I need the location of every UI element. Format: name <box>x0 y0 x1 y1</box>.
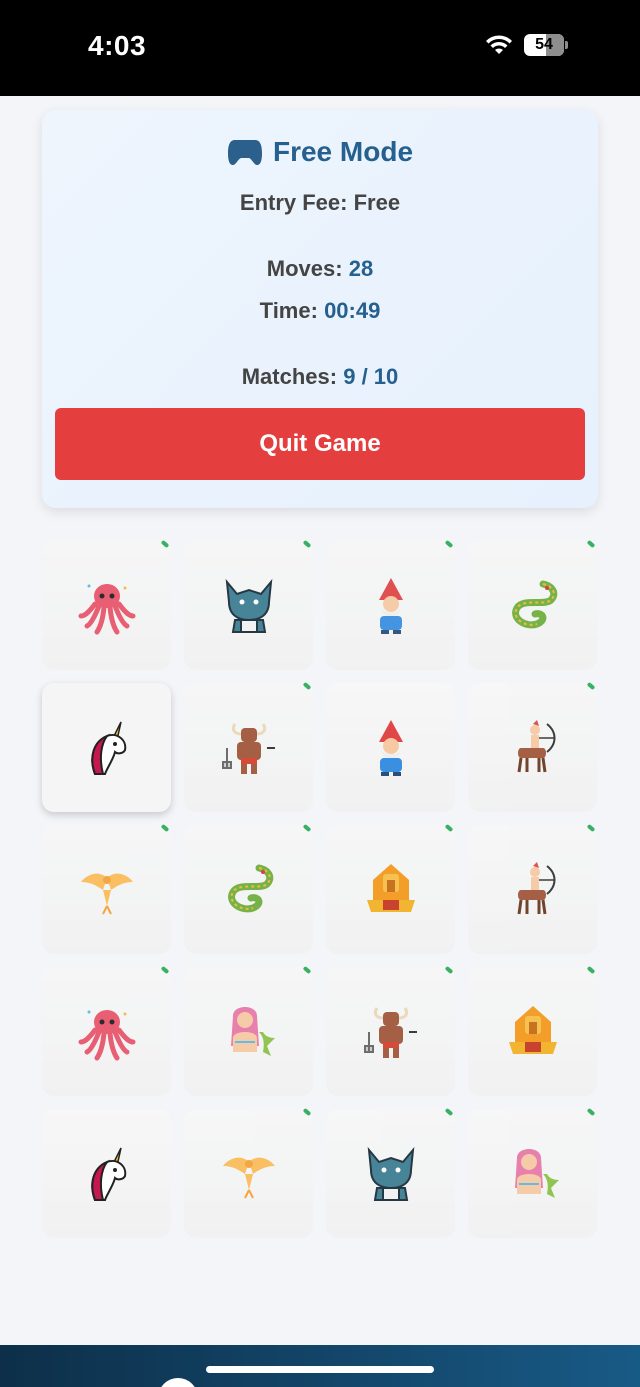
game-info-panel: Free Mode Entry Fee: Free Moves: 28 Time… <box>42 110 598 508</box>
matched-check-icon <box>299 967 313 981</box>
octopus-icon <box>77 1002 137 1062</box>
gnome-icon <box>361 576 421 636</box>
phoenix-icon <box>219 1144 279 1204</box>
matched-check-icon <box>299 683 313 697</box>
memory-card[interactable] <box>468 683 597 812</box>
status-bar: 4:03 54 <box>0 0 640 96</box>
memory-card[interactable] <box>42 1109 171 1238</box>
memory-card[interactable] <box>468 967 597 1096</box>
matched-check-icon <box>299 1109 313 1123</box>
memory-card[interactable] <box>42 967 171 1096</box>
centaur-icon <box>503 718 563 778</box>
quit-game-button[interactable]: Quit Game <box>55 408 585 480</box>
memory-card[interactable] <box>42 541 171 670</box>
memory-card[interactable] <box>326 1109 455 1238</box>
memory-card[interactable] <box>326 541 455 670</box>
entry-fee-label: Entry Fee: <box>239 190 348 215</box>
memory-card[interactable] <box>326 825 455 954</box>
memory-card[interactable] <box>184 683 313 812</box>
memory-card[interactable] <box>468 825 597 954</box>
matched-check-icon <box>583 683 597 697</box>
entry-fee-value: Free <box>353 190 401 215</box>
time-stat: Time: 00:49 <box>42 298 598 324</box>
mermaid-icon <box>219 1002 279 1062</box>
phoenix-icon <box>77 860 137 920</box>
memory-card[interactable] <box>184 825 313 954</box>
dragon-icon <box>219 860 279 920</box>
entry-fee: Entry Fee: Free <box>42 190 598 216</box>
moves-value: 28 <box>348 256 374 281</box>
matched-check-icon <box>583 1109 597 1123</box>
matched-check-icon <box>157 541 171 555</box>
dragon-icon <box>503 576 563 636</box>
mermaid-icon <box>503 1144 563 1204</box>
matched-check-icon <box>583 825 597 839</box>
moves-stat: Moves: 28 <box>42 256 598 282</box>
matched-check-icon <box>299 541 313 555</box>
matched-check-icon <box>441 1109 455 1123</box>
werewolf-icon <box>219 576 279 636</box>
home-indicator[interactable] <box>206 1366 434 1373</box>
matches-stat: Matches: 9 / 10 <box>42 364 598 390</box>
werewolf-icon <box>361 1144 421 1204</box>
sphinx-icon <box>503 1002 563 1062</box>
wifi-icon <box>484 34 514 56</box>
gamepad-icon <box>227 137 263 167</box>
matches-value: 9 / 10 <box>343 364 399 389</box>
matched-check-icon <box>157 825 171 839</box>
minotaur-icon <box>361 1002 421 1062</box>
memory-card[interactable] <box>42 825 171 954</box>
battery-icon: 54 <box>524 34 568 56</box>
time-value: 00:49 <box>324 298 381 323</box>
matched-check-icon <box>299 825 313 839</box>
memory-card[interactable] <box>184 967 313 1096</box>
matched-check-icon <box>157 967 171 981</box>
status-icons: 54 <box>484 34 568 56</box>
matched-check-icon <box>441 967 455 981</box>
matched-check-icon <box>583 541 597 555</box>
memory-card[interactable] <box>184 541 313 670</box>
octopus-icon <box>77 576 137 636</box>
memory-card[interactable] <box>42 683 171 812</box>
memory-card[interactable] <box>184 1109 313 1238</box>
unicorn-icon <box>77 1144 137 1204</box>
matched-check-icon <box>583 967 597 981</box>
centaur-icon <box>503 860 563 920</box>
status-time: 4:03 <box>88 30 147 61</box>
mode-title-text: Free Mode <box>272 136 414 167</box>
mode-title: Free Mode <box>42 136 598 168</box>
unicorn-icon <box>77 718 137 778</box>
memory-card[interactable] <box>326 683 455 812</box>
memory-card[interactable] <box>326 967 455 1096</box>
matched-check-icon <box>441 541 455 555</box>
minotaur-icon <box>219 718 279 778</box>
matched-check-icon <box>441 825 455 839</box>
memory-card[interactable] <box>468 1109 597 1238</box>
moves-label: Moves: <box>266 256 343 281</box>
memory-card[interactable] <box>468 541 597 670</box>
gnome-icon <box>361 718 421 778</box>
time-label: Time: <box>259 298 318 323</box>
sphinx-icon <box>361 860 421 920</box>
matches-label: Matches: <box>241 364 338 389</box>
battery-percent: 54 <box>535 36 553 53</box>
